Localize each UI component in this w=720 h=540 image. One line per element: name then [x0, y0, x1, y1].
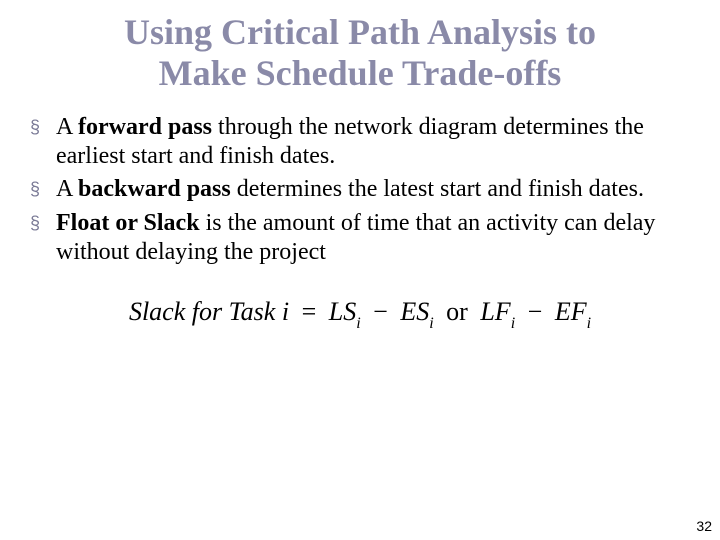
- bullet-icon: §: [30, 209, 56, 235]
- minus-sign: −: [522, 297, 549, 326]
- sub-i: i: [356, 315, 360, 332]
- bullet-item: § A forward pass through the network dia…: [30, 113, 690, 172]
- sub-i: i: [429, 315, 433, 332]
- sub-i: i: [511, 315, 515, 332]
- body-area: § A forward pass through the network dia…: [0, 95, 720, 332]
- page-number: 32: [696, 518, 712, 534]
- slide-title: Using Critical Path Analysis to Make Sch…: [0, 0, 720, 95]
- bullet-text: A forward pass through the network diagr…: [56, 113, 690, 172]
- bullet-icon: §: [30, 175, 56, 201]
- term-ls: LS: [329, 297, 356, 326]
- term-ef: EF: [555, 297, 587, 326]
- bullet-item: § Float or Slack is the amount of time t…: [30, 209, 690, 268]
- term-es: ES: [400, 297, 429, 326]
- equals-sign: =: [296, 297, 323, 326]
- minus-sign: −: [367, 297, 394, 326]
- bullet-bold: Float or Slack: [56, 210, 200, 236]
- term-lf: LF: [480, 297, 510, 326]
- title-line-1: Using Critical Path Analysis to: [124, 12, 596, 52]
- slack-formula: Slack for Task i = LSi − ESi or LFi − EF…: [30, 297, 690, 331]
- bullet-item: § A backward pass determines the latest …: [30, 175, 690, 204]
- bullet-text: A backward pass determines the latest st…: [56, 175, 690, 204]
- bullet-bold: forward pass: [78, 114, 212, 140]
- title-line-2: Make Schedule Trade-offs: [159, 53, 562, 93]
- sub-i: i: [587, 315, 591, 332]
- slide: Using Critical Path Analysis to Make Sch…: [0, 0, 720, 540]
- formula-lhs: Slack for Task i: [129, 297, 289, 326]
- bullet-bold: backward pass: [78, 176, 231, 202]
- bullet-pre: A: [56, 114, 78, 140]
- bullet-icon: §: [30, 113, 56, 139]
- bullet-post: determines the latest start and finish d…: [231, 176, 644, 202]
- or-text: or: [440, 297, 474, 326]
- bullet-text: Float or Slack is the amount of time tha…: [56, 209, 690, 268]
- bullet-pre: A: [56, 176, 78, 202]
